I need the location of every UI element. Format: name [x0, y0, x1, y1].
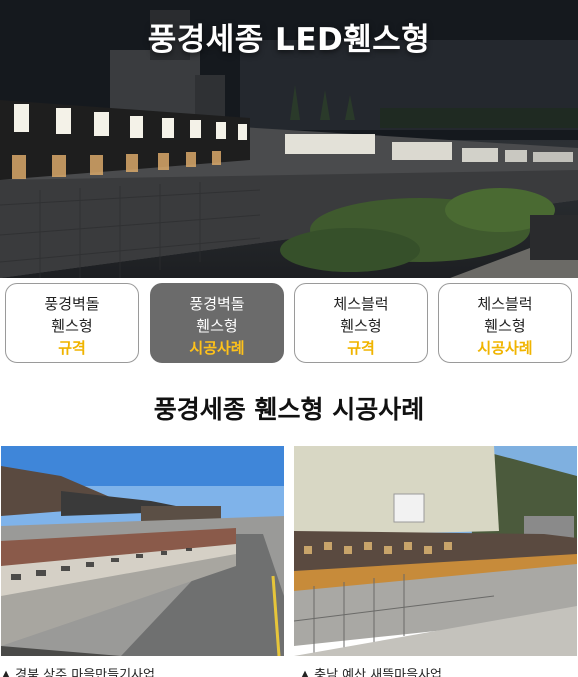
tab-line2: 휀스형 — [484, 317, 526, 335]
tab-pungyeong-brick-fence-spec[interactable]: 풍경벽돌 휀스형 규격 — [5, 283, 139, 363]
tab-line3: 시공사례 — [477, 339, 533, 357]
tab-pungyeong-brick-fence-cases[interactable]: 풍경벽돌 휀스형 시공사례 — [150, 283, 284, 363]
tab-line3: 규격 — [347, 339, 375, 357]
tab-line1: 풍경벽돌 — [189, 295, 245, 313]
hero-banner: 풍경세종 LED휀스형 — [0, 0, 578, 278]
tab-line1: 체스블럭 — [333, 295, 389, 313]
tab-line3: 규격 — [58, 339, 86, 357]
tab-chess-block-fence-cases[interactable]: 체스블럭 휀스형 시공사례 — [438, 283, 572, 363]
photo-yesan-image — [294, 446, 577, 656]
tab-line3: 시공사례 — [189, 339, 245, 357]
case-caption-yesan: ▲ 충남 예산 새뜰마을사업 — [300, 668, 442, 677]
tab-line1: 풍경벽돌 — [44, 295, 100, 313]
case-photo-sangju[interactable] — [1, 446, 284, 656]
tab-line2: 휀스형 — [51, 317, 93, 335]
case-caption-sangju: ▲ 경북 상주 마을만들기사업 — [1, 668, 155, 677]
hero-title: 풍경세종 LED휀스형 — [147, 22, 431, 58]
tab-line2: 휀스형 — [196, 317, 238, 335]
category-tabs: 풍경벽돌 휀스형 규격 풍경벽돌 휀스형 시공사례 체스블럭 휀스형 규격 체스… — [5, 283, 573, 363]
tab-chess-block-fence-spec[interactable]: 체스블럭 휀스형 규격 — [294, 283, 428, 363]
section-title: 풍경세종 휀스형 시공사례 — [153, 395, 425, 424]
tab-line2: 휀스형 — [340, 317, 382, 335]
tab-line1: 체스블럭 — [477, 295, 533, 313]
case-photo-yesan[interactable] — [294, 446, 577, 656]
photo-sangju-image — [1, 446, 284, 656]
